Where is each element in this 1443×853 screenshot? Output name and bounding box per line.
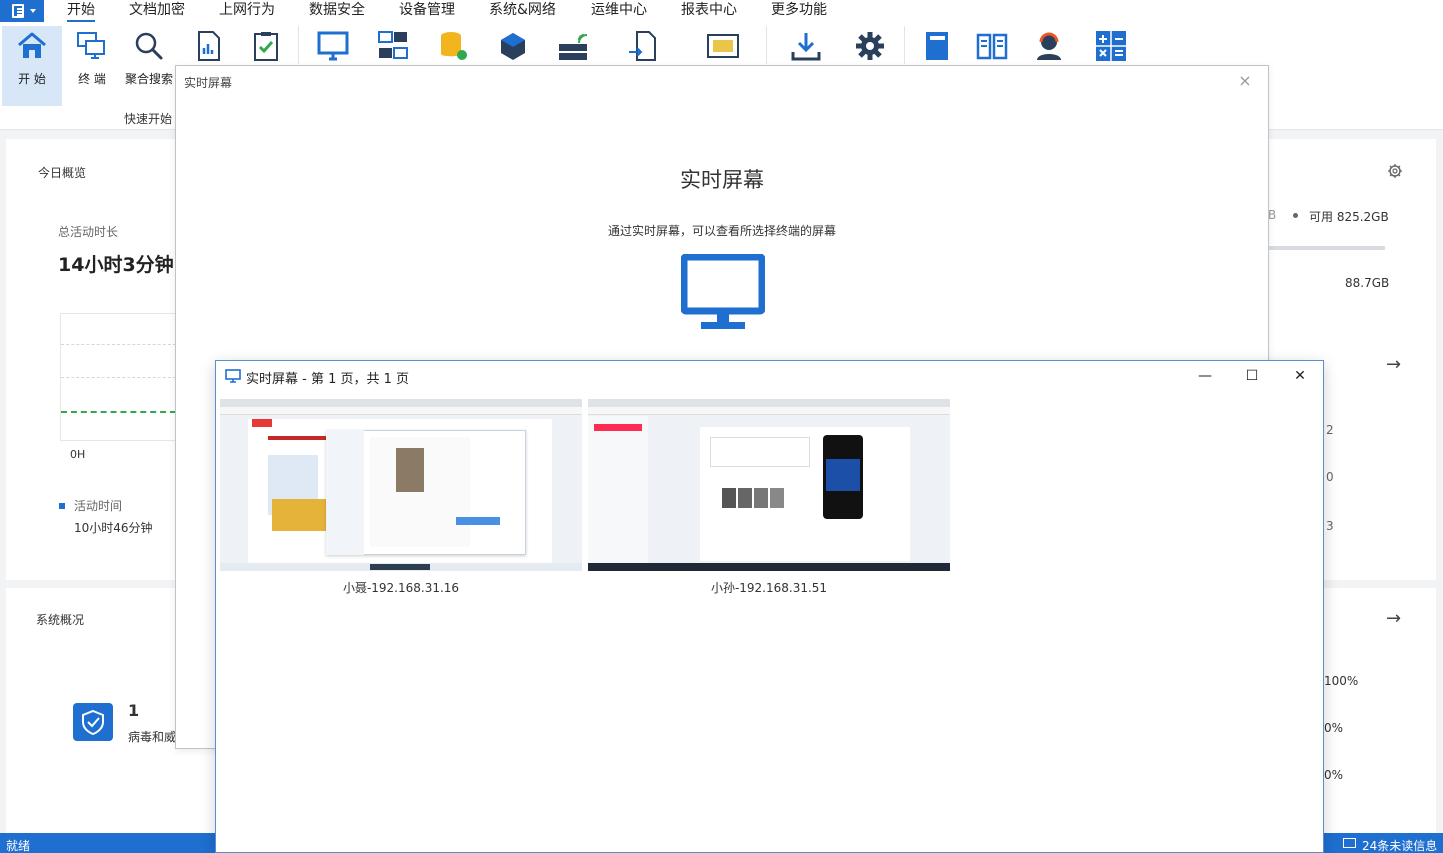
disk-fragment: B [1268, 208, 1277, 222]
stat-fragment: 3 [1326, 519, 1334, 533]
cube-icon [501, 33, 525, 60]
total-active-value: 14小时3分钟 [58, 254, 174, 276]
report-doc-icon [198, 31, 220, 61]
monitor-icon [225, 369, 241, 383]
disk-available: 可用 825.2GB [1309, 210, 1389, 224]
virus-count: 1 [128, 701, 140, 720]
network-screens-icon [378, 31, 408, 59]
tab-ops-center[interactable]: 运维中心 [591, 0, 647, 22]
maximize-button[interactable]: ☐ [1229, 361, 1275, 391]
today-overview-title: 今日概览 [38, 166, 87, 180]
checklist-icon [254, 32, 278, 61]
open-book-icon [976, 33, 1008, 60]
dialog-description: 通过实时屏幕，可以查看所选择终端的屏幕 [607, 224, 836, 238]
aggregate-search-label: 聚合搜索 [124, 72, 173, 86]
download-icon [791, 33, 821, 61]
legend-swatch [59, 503, 65, 509]
percent-fragment: 0% [1324, 721, 1344, 735]
chart-axis-label: 0H [70, 448, 86, 461]
ribbon-group-label: 快速开始 [124, 112, 173, 126]
ribbon-separator [298, 26, 299, 64]
legend-active-label: 活动时间 [74, 499, 123, 513]
screen-caption: 小孙-192.168.31.51 [710, 581, 828, 595]
disk-usage-bar [1269, 246, 1385, 250]
close-icon[interactable]: × [1236, 72, 1254, 90]
document-transfer-icon [629, 31, 656, 61]
dialog-title: 实时屏幕 [184, 76, 233, 90]
dialog-heading: 实时屏幕 [680, 168, 764, 192]
start-button-label: 开 始 [18, 72, 46, 86]
tab-report-center[interactable]: 报表中心 [681, 0, 737, 22]
settings-gear-icon[interactable] [1387, 163, 1403, 179]
tab-device-management[interactable]: 设备管理 [399, 0, 455, 22]
realtime-screens-window: 实时屏幕 - 第 1 页，共 1 页 — ☐ ✕ 小聂-192.168.31.1… [215, 360, 1324, 853]
close-button[interactable]: ✕ [1277, 361, 1323, 391]
chevron-down-icon [30, 9, 36, 13]
stat-fragment: 2 [1326, 423, 1334, 437]
window-title: 实时屏幕 - 第 1 页，共 1 页 [246, 372, 410, 387]
activity-chart [60, 313, 176, 441]
shield-icon [73, 703, 113, 741]
percent-fragment: 100% [1324, 674, 1359, 688]
terminals-icon [77, 32, 105, 59]
aggregate-search-button[interactable]: 聚合搜索 [119, 26, 179, 106]
window-titlebar[interactable]: 实时屏幕 - 第 1 页，共 1 页 — ☐ ✕ [216, 361, 1323, 391]
screen-preview [588, 399, 950, 571]
menu-bar: 开始 文档加密 上网行为 数据安全 设备管理 系统&网络 运维中心 报表中心 更… [0, 0, 1443, 22]
search-icon [135, 32, 163, 60]
book-icon [926, 32, 948, 60]
screen-caption: 小聂-192.168.31.16 [342, 581, 460, 595]
tab-web-behavior[interactable]: 上网行为 [219, 0, 275, 22]
arrow-right-icon[interactable]: → [1386, 608, 1401, 629]
terminals-button-label: 终 端 [78, 72, 106, 86]
database-icon [441, 32, 467, 60]
screen-preview [220, 399, 582, 571]
support-agent-icon [1037, 32, 1061, 60]
home-icon [18, 32, 46, 58]
start-button[interactable]: 开 始 [2, 26, 62, 106]
wireless-server-icon [559, 34, 588, 60]
minimize-button[interactable]: — [1182, 361, 1228, 391]
tab-more-features[interactable]: 更多功能 [771, 0, 827, 22]
tab-system-network[interactable]: 系统&网络 [489, 0, 556, 22]
settings-gear-icon [856, 32, 884, 60]
chart-gridline [61, 377, 176, 378]
network-card-icon [707, 34, 739, 58]
percent-fragment: 0% [1324, 768, 1344, 782]
arrow-right-icon[interactable]: → [1386, 354, 1401, 375]
stat-fragment: 0 [1326, 470, 1334, 484]
tab-start[interactable]: 开始 [67, 0, 95, 22]
app-menu-icon [12, 4, 24, 18]
monitor-icon [317, 31, 349, 61]
ribbon-separator [904, 26, 905, 64]
status-text: 就绪 [6, 839, 31, 853]
legend-active-value: 10小时46分钟 [74, 521, 153, 535]
calculator-icon [1096, 31, 1126, 61]
app-menu-button[interactable] [0, 0, 44, 22]
terminals-button[interactable]: 终 端 [62, 26, 122, 106]
unread-messages[interactable]: 24条未读信息 [1362, 837, 1437, 853]
tab-data-security[interactable]: 数据安全 [309, 0, 365, 22]
virus-label: 病毒和威 [128, 730, 177, 744]
monitor-icon [681, 254, 765, 329]
total-active-label: 总活动时长 [58, 225, 119, 239]
disk-used: 88.7GB [1345, 276, 1390, 290]
tab-document-encryption[interactable]: 文档加密 [129, 0, 185, 22]
system-overview-title: 系统概况 [36, 613, 85, 627]
chart-gridline [61, 344, 176, 345]
message-icon[interactable] [1343, 838, 1356, 848]
chart-active-line [61, 411, 176, 413]
legend-dot [1293, 213, 1298, 218]
ribbon-separator [766, 26, 767, 64]
